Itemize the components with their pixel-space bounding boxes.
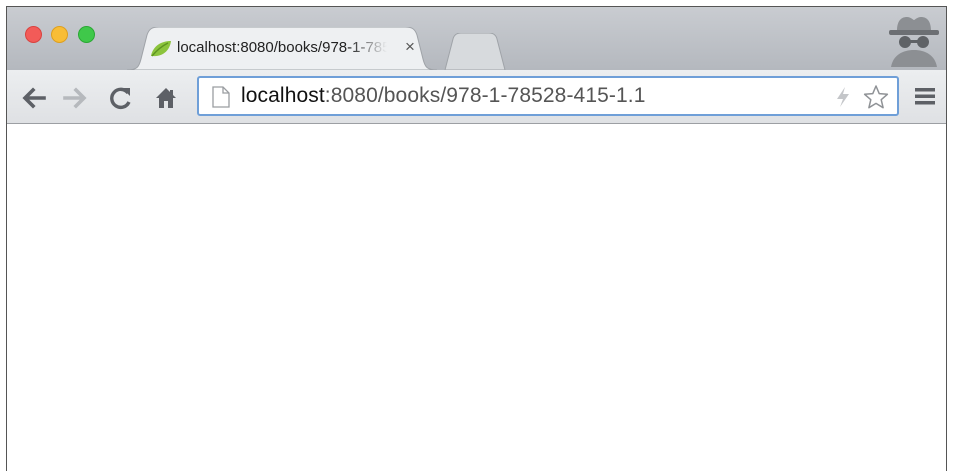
star-icon[interactable] bbox=[863, 84, 889, 115]
forward-arrow-icon bbox=[63, 87, 87, 109]
home-button[interactable] bbox=[152, 84, 180, 112]
address-bar[interactable]: localhost:8080/books/978-1-78528-415-1.1 bbox=[197, 76, 899, 116]
url-path: :8080/books/978-1-78528-415-1.1 bbox=[324, 84, 646, 107]
page-content bbox=[7, 124, 946, 471]
minimize-window-button[interactable] bbox=[51, 26, 68, 43]
spring-leaf-icon bbox=[149, 40, 173, 63]
back-button[interactable] bbox=[19, 84, 47, 112]
url-text[interactable]: localhost:8080/books/978-1-78528-415-1.1 bbox=[241, 84, 645, 108]
title-bar: localhost:8080/books/978-1-78528-415-1.1… bbox=[7, 7, 946, 70]
back-arrow-icon bbox=[22, 87, 46, 109]
new-tab-button[interactable] bbox=[443, 33, 507, 70]
url-host: localhost bbox=[241, 84, 325, 107]
lightning-icon[interactable] bbox=[835, 86, 851, 113]
page-icon bbox=[212, 86, 230, 113]
home-icon bbox=[156, 88, 176, 108]
tab-title: localhost:8080/books/978-1-78528-415-1.1 bbox=[177, 39, 387, 56]
maximize-window-button[interactable] bbox=[78, 26, 95, 43]
chrome-menu-button[interactable] bbox=[913, 84, 937, 108]
reload-button[interactable] bbox=[107, 84, 135, 112]
browser-toolbar: localhost:8080/books/978-1-78528-415-1.1 bbox=[7, 70, 946, 124]
browser-tab-active[interactable]: localhost:8080/books/978-1-78528-415-1.1… bbox=[127, 27, 437, 70]
incognito-icon[interactable] bbox=[885, 15, 943, 67]
browser-window: localhost:8080/books/978-1-78528-415-1.1… bbox=[6, 6, 947, 471]
reload-icon bbox=[110, 87, 131, 110]
forward-button[interactable] bbox=[62, 84, 90, 112]
hamburger-menu-icon bbox=[915, 88, 935, 105]
tab-close-button[interactable]: × bbox=[400, 37, 420, 57]
close-window-button[interactable] bbox=[25, 26, 42, 43]
